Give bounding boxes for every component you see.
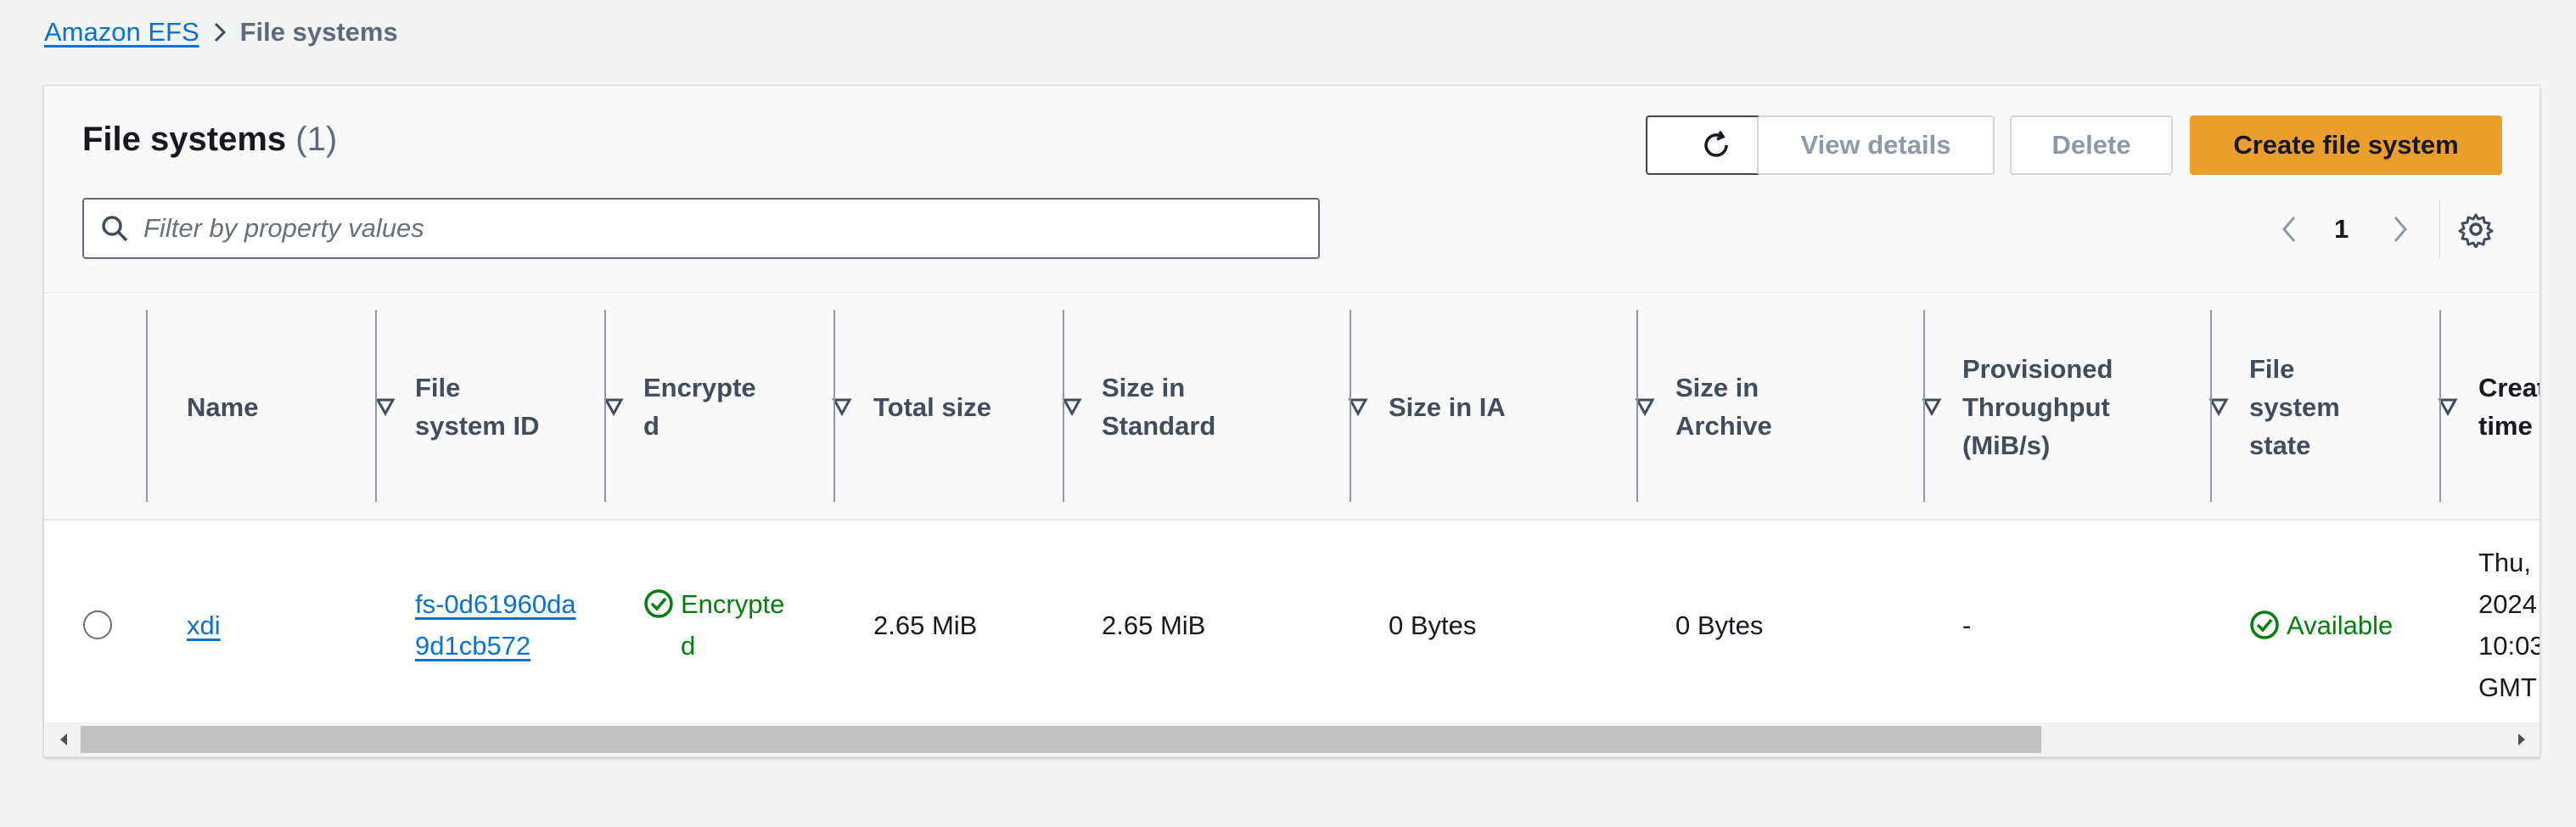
cell-name: xdi xyxy=(187,521,221,729)
page-title: File systems (1) xyxy=(82,121,338,158)
breadcrumb-current: File systems xyxy=(239,17,398,47)
file-system-count: (1) xyxy=(295,121,338,158)
page-number[interactable]: 1 xyxy=(2334,208,2349,250)
horizontal-scrollbar[interactable] xyxy=(45,723,2540,757)
file-system-name-link[interactable]: xdi xyxy=(187,605,221,646)
preferences-button[interactable] xyxy=(2457,208,2495,250)
view-details-button[interactable]: View details xyxy=(1757,115,1995,175)
column-header-encrypted[interactable]: Encrypted xyxy=(643,310,873,504)
column-header-file-system-id[interactable]: File system ID xyxy=(415,310,644,504)
sort-caret-icon[interactable] xyxy=(1062,397,1082,416)
create-file-system-button[interactable]: Create file system xyxy=(2190,115,2502,175)
cell-file-system-state: Available xyxy=(2249,521,2393,729)
column-separator[interactable] xyxy=(1350,310,1351,502)
chevron-left-icon xyxy=(2282,217,2296,242)
file-system-state-status: Available xyxy=(2287,610,2394,640)
sort-caret-icon[interactable] xyxy=(603,397,624,416)
row-select-cell xyxy=(83,521,112,729)
table-header: Name File system ID Encrypted Total size… xyxy=(44,292,2540,520)
cell-size-in-archive: 0 Bytes xyxy=(1675,610,1764,640)
cell-size-in-standard: 2.65 MiB xyxy=(1102,610,1206,640)
delete-button[interactable]: Delete xyxy=(2010,115,2173,175)
pagination-divider xyxy=(2439,200,2440,258)
column-header-size-in-standard[interactable]: Size in Standard xyxy=(1102,310,1389,504)
chevron-right-icon xyxy=(2394,217,2407,242)
row-select-radio[interactable] xyxy=(83,610,112,639)
breadcrumb-amazon-efs-link[interactable]: Amazon EFS xyxy=(44,17,199,48)
filter-box xyxy=(82,198,1320,259)
column-header-name[interactable]: Name xyxy=(187,310,416,504)
column-separator[interactable] xyxy=(1063,310,1064,502)
filter-input[interactable] xyxy=(143,213,1298,244)
column-header-total-size[interactable]: Total size xyxy=(873,310,1103,504)
file-system-id-link[interactable]: fs-0d61960da9d1cb572 xyxy=(415,583,576,667)
sort-caret-icon[interactable] xyxy=(375,397,396,416)
check-circle-icon xyxy=(2250,610,2279,639)
column-separator[interactable] xyxy=(2439,310,2441,502)
column-separator[interactable] xyxy=(2210,310,2212,502)
column-separator[interactable] xyxy=(604,310,606,502)
column-separator[interactable] xyxy=(1636,310,1638,502)
gear-icon xyxy=(2458,213,2494,248)
scrollbar-thumb[interactable] xyxy=(81,726,2041,753)
column-header-creation-time[interactable]: Creation time xyxy=(2478,310,2540,504)
column-header-size-in-ia[interactable]: Size in IA xyxy=(1389,310,1675,504)
breadcrumb: Amazon EFS File systems xyxy=(44,15,398,49)
cell-file-system-id: fs-0d61960da9d1cb572 xyxy=(415,521,576,729)
cell-provisioned-throughput: - xyxy=(1962,610,1972,640)
column-header-file-system-state[interactable]: File system state xyxy=(2249,310,2478,504)
column-header-provisioned-throughput[interactable]: Provisioned Throughput (MiB/s) xyxy=(1962,310,2249,504)
column-header-size-in-archive[interactable]: Size in Archive xyxy=(1675,310,1962,504)
encryption-status: Encrypted xyxy=(681,589,785,661)
scroll-left-arrow-icon[interactable] xyxy=(55,731,72,748)
column-separator xyxy=(146,310,148,502)
file-systems-panel: Name File system ID Encrypted Total size… xyxy=(43,85,2540,757)
scroll-right-arrow-icon[interactable] xyxy=(2513,731,2530,748)
refresh-icon xyxy=(1704,131,1728,157)
previous-page-button[interactable] xyxy=(2277,208,2303,250)
creation-time-value: Thu, 2024 10:03 GMT xyxy=(2478,548,2540,702)
chevron-right-icon xyxy=(199,21,240,43)
search-icon xyxy=(102,216,128,242)
check-circle-icon xyxy=(644,589,673,618)
cell-size-in-ia: 0 Bytes xyxy=(1389,610,1477,640)
table-row: xdi fs-0d61960da9d1cb572 Encrypted 2.65 … xyxy=(44,521,2540,729)
cell-creation-time: Thu, 2024 10:03 GMT xyxy=(2478,521,2540,729)
column-separator[interactable] xyxy=(833,310,835,502)
cell-encrypted: Encrypted xyxy=(643,521,813,729)
cell-total-size: 2.65 MiB xyxy=(873,610,978,640)
next-page-button[interactable] xyxy=(2387,208,2412,250)
column-separator[interactable] xyxy=(1923,310,1925,502)
column-separator[interactable] xyxy=(375,310,377,502)
